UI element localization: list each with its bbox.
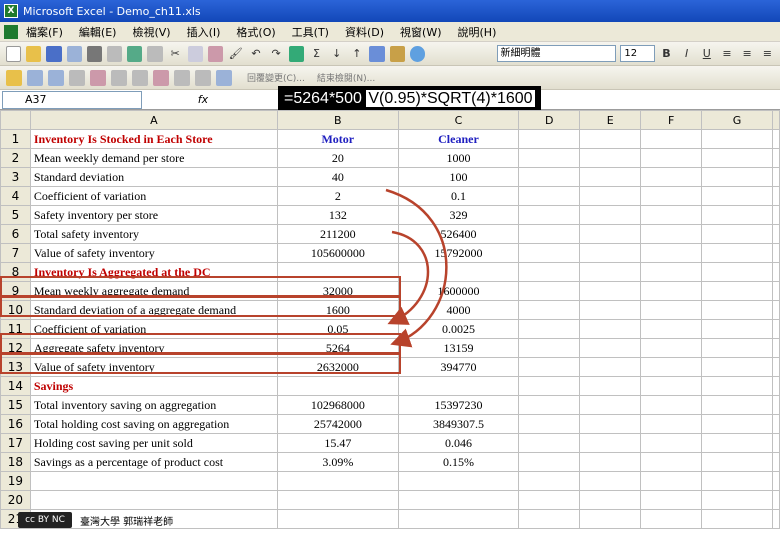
cc-license-badge: cc BY NC SA	[18, 512, 72, 540]
annotation-arrows	[385, 188, 448, 348]
footer: cc BY NC SA 臺灣大學 郭瑞祥老師	[18, 512, 174, 540]
arrow-total-to-cv	[387, 230, 430, 325]
credit-text: 臺灣大學 郭瑞祥老師	[80, 516, 174, 528]
